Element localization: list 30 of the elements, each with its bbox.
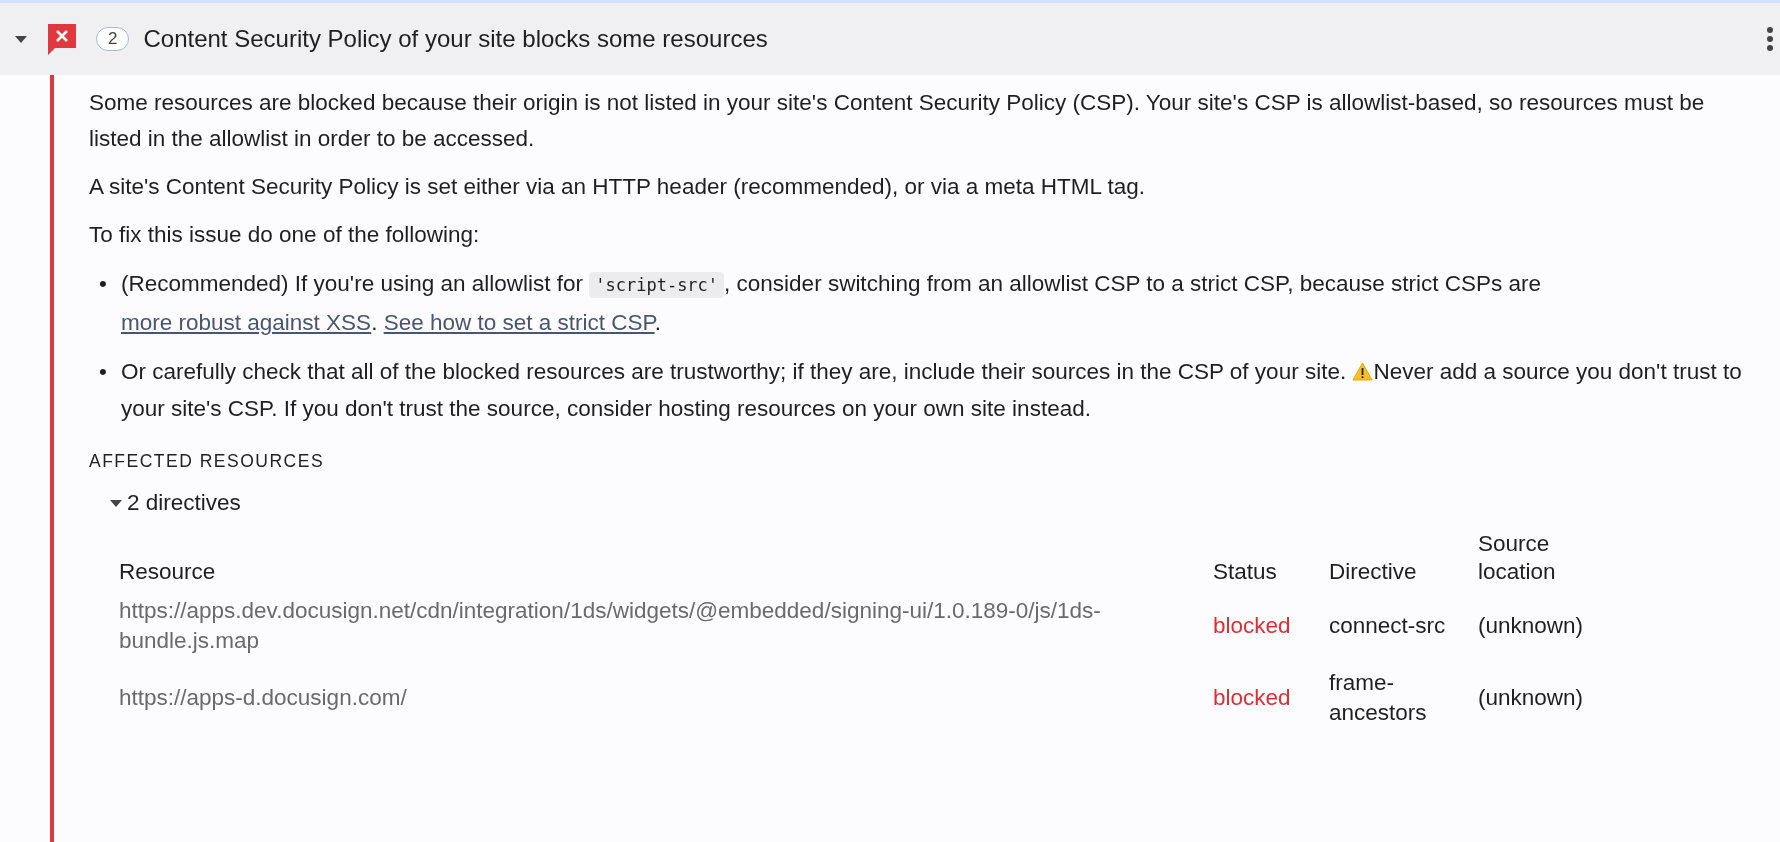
table-cell-text: frame-ancestors: [1329, 669, 1428, 727]
paragraph: A site's Content Security Policy is set either via an HTTP header (recommended), or via a meta HTML tag.: [89, 173, 1146, 201]
table-cell-text: https://apps-d.docusign.com/: [119, 684, 408, 712]
table-cell: blocked: [1213, 662, 1329, 734]
column-header: Directive: [1329, 558, 1418, 586]
column-header: Status: [1213, 558, 1278, 586]
table-cell-text: (unknown): [1478, 612, 1585, 640]
table-cell-text: connect-src: [1329, 612, 1447, 640]
table-cell-text: blocked: [1213, 612, 1292, 640]
column-header: Source location: [1478, 530, 1557, 586]
link[interactable]: See how to set a strict CSP: [383, 310, 655, 335]
error-icon: [46, 22, 78, 56]
section-heading: AFFECTED RESOURCES: [89, 451, 326, 472]
list-item: (Recommended) If you're using an allowlist for 'script-src' , consider switching from an allowlist CSP to a strict CSP, because strict CSPs are more robust against XSS. See how to set a strict CSP.: [121, 270, 1543, 337]
paragraph: To fix this issue do one of the following:: [89, 221, 481, 249]
link[interactable]: more robust against XSS: [121, 310, 372, 335]
group-label[interactable]: 2 directives: [127, 490, 241, 516]
bullet: •: [99, 270, 108, 298]
paragraph: Some resources are blocked because their origin is not listed in your site's Content Security Policy (CSP). Your site's CSP is allowlist-based, so resources must be listed in the allowlist in order to be accessed.: [89, 89, 1706, 153]
column-header: Resource: [119, 558, 217, 586]
table-cell-text: (unknown): [1478, 684, 1585, 712]
issue-count: 2: [96, 27, 130, 51]
bullet: •: [99, 358, 108, 386]
table-cell-text: https://apps.dev.docusign.net/cdn/integration/1ds/widgets/@embedded/signing-ui/1.0.189-0/js/1ds-bundle.js.map: [119, 597, 1102, 655]
expand-arrow-icon[interactable]: [109, 498, 123, 508]
warning-icon: [1352, 362, 1374, 381]
more-options-icon[interactable]: [1766, 25, 1774, 53]
issue-title: Content Security Policy of your site blocks some resources: [143, 25, 769, 53]
list-item: Or carefully check that all of the blocked resources are trustworthy; if they are, include their sources in the CSP of your site. Never add a source you don't trust to your site's CSP. If you don't trust the source, consider hosting resources on your own site instead.: [121, 358, 1743, 423]
expand-arrow-icon[interactable]: [14, 34, 28, 44]
